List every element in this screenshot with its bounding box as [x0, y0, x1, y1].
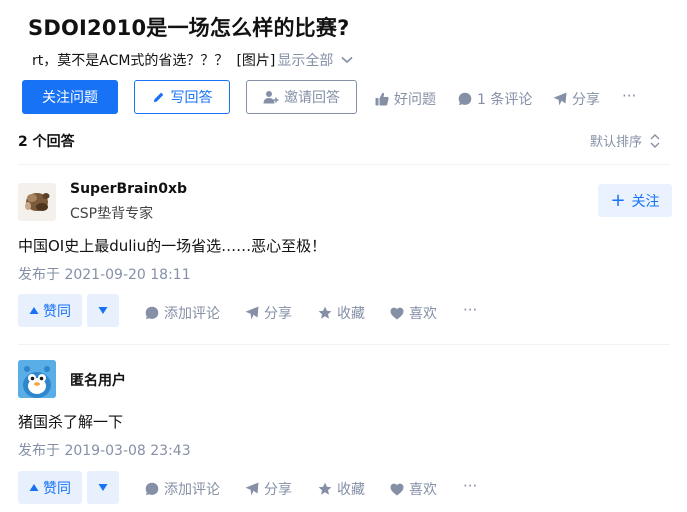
vote-down-button[interactable]	[87, 294, 119, 327]
triangle-up-icon	[29, 307, 39, 314]
question-detail-text: rt，莫不是ACM式的省选？？？	[32, 53, 229, 69]
answers-header-divider	[18, 164, 670, 165]
vote-up-label: 赞同	[43, 303, 71, 320]
good-question-button[interactable]: 好问题	[375, 89, 436, 109]
share-answer-label: 分享	[264, 306, 292, 322]
answer-more-button[interactable]: ···	[463, 477, 477, 495]
heart-icon	[390, 483, 404, 495]
pencil-icon	[153, 92, 163, 102]
like-label: 喜欢	[409, 482, 437, 498]
vote-up-label: 赞同	[43, 480, 71, 497]
add-comment-button[interactable]: 添加评论	[145, 303, 220, 323]
share-answer-button[interactable]: 分享	[245, 303, 292, 323]
answer-more-button[interactable]: ···	[463, 301, 477, 319]
follow-question-button[interactable]: 关注问题	[22, 80, 118, 114]
question-title: SDOI2010是一场怎么样的比赛?	[28, 16, 350, 40]
star-icon	[318, 482, 332, 495]
heart-icon	[390, 307, 404, 319]
share-arrow-icon	[245, 306, 259, 320]
show-all-label: 显示全部	[277, 53, 334, 69]
share-arrow-icon	[245, 482, 259, 496]
answer-content: 猪国杀了解一下	[18, 413, 124, 431]
author-badge: CSP垫背专家	[70, 206, 154, 222]
share-question-button[interactable]: 分享	[553, 89, 600, 109]
collect-button[interactable]: 收藏	[318, 479, 365, 499]
avatar[interactable]	[18, 183, 56, 221]
image-tag[interactable]: [图片]	[236, 50, 275, 70]
sort-arrows-icon	[650, 133, 660, 148]
answer-date[interactable]: 发布于 2021-09-20 18:11	[18, 264, 191, 284]
share-arrow-icon	[553, 92, 567, 106]
triangle-down-icon	[98, 484, 108, 491]
answer-count: 2 个回答	[18, 134, 75, 150]
author-name: 匿名用户	[70, 373, 126, 389]
vote-up-button[interactable]: 赞同	[18, 471, 82, 504]
share-answer-label: 分享	[264, 482, 292, 498]
answer-date[interactable]: 发布于 2019-03-08 23:43	[18, 440, 191, 460]
comment-bubble-icon	[458, 92, 472, 106]
answer-content: 中国OI史上最duliu的一场省选……恶心至极！	[18, 237, 327, 255]
comments-label: 1 条评论	[477, 92, 533, 108]
answer-divider	[18, 344, 670, 345]
invite-answer-button[interactable]: 邀请回答	[246, 80, 357, 114]
collect-label: 收藏	[337, 306, 365, 322]
share-question-label: 分享	[572, 92, 600, 108]
follow-user-label: 关注	[631, 193, 660, 210]
write-answer-button[interactable]: 写回答	[134, 80, 230, 114]
triangle-up-icon	[29, 484, 39, 491]
add-comment-label: 添加评论	[164, 482, 220, 498]
triangle-down-icon	[98, 307, 108, 314]
vote-down-button[interactable]	[87, 471, 119, 504]
comment-bubble-icon	[145, 482, 159, 496]
invite-user-icon	[263, 91, 279, 104]
comments-button[interactable]: 1 条评论	[458, 89, 532, 109]
like-button[interactable]: 喜欢	[390, 303, 437, 323]
sort-dropdown[interactable]: 默认排序	[590, 131, 660, 150]
question-detail: rt，莫不是ACM式的省选？？？ [图片] 显示全部	[32, 50, 353, 70]
collect-label: 收藏	[337, 482, 365, 498]
like-button[interactable]: 喜欢	[390, 479, 437, 499]
vote-up-button[interactable]: 赞同	[18, 294, 82, 327]
thumbs-up-icon	[375, 92, 389, 106]
collect-button[interactable]: 收藏	[318, 303, 365, 323]
more-options-button[interactable]: ···	[622, 87, 636, 105]
plus-icon: +	[610, 189, 626, 211]
good-question-label: 好问题	[394, 92, 436, 108]
follow-user-button[interactable]: + 关注	[598, 184, 672, 217]
comment-bubble-icon	[145, 306, 159, 320]
sort-label: 默认排序	[590, 135, 643, 150]
write-answer-label: 写回答	[170, 90, 213, 106]
add-comment-label: 添加评论	[164, 306, 220, 322]
invite-answer-label: 邀请回答	[284, 90, 340, 106]
show-all-link[interactable]: 显示全部	[277, 50, 353, 70]
like-label: 喜欢	[409, 306, 437, 322]
add-comment-button[interactable]: 添加评论	[145, 479, 220, 499]
avatar[interactable]	[18, 360, 56, 398]
share-answer-button[interactable]: 分享	[245, 479, 292, 499]
author-name[interactable]: SuperBrain0xb	[70, 181, 187, 197]
star-icon	[318, 306, 332, 319]
chevron-down-icon	[341, 56, 353, 64]
